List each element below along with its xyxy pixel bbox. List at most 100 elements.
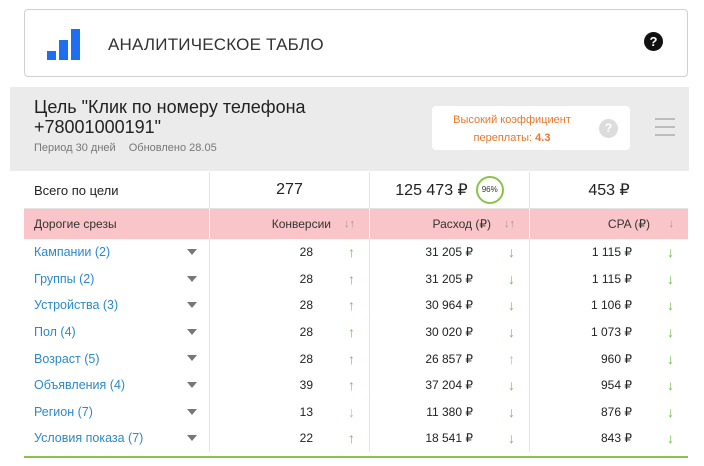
arrow-down-icon: ↓	[667, 244, 674, 261]
chevron-down-icon[interactable]	[187, 249, 197, 255]
conversions-cell: 28 ↑	[209, 265, 369, 293]
conversions-cell-value: 13	[299, 404, 313, 419]
chevron-down-icon[interactable]	[187, 275, 197, 282]
arrow-down-icon: ↓	[508, 403, 515, 420]
totals-conversions: 277	[209, 172, 369, 208]
spend-cell: 30 964 ₽ ↓	[369, 292, 529, 319]
slice-link[interactable]: Объявления (4)	[24, 372, 209, 399]
conversions-cell: 22 ↑	[209, 425, 369, 452]
arrow-up-icon: ↑	[348, 377, 355, 394]
cpa-cell-value: 1 115 ₽	[591, 271, 632, 286]
arrow-up-icon: ↑	[508, 350, 515, 367]
sort-icon[interactable]: ↓↑	[504, 218, 515, 230]
arrow-up-icon: ↑	[348, 350, 355, 367]
totals-spend: 125 473 ₽ 96%	[369, 172, 529, 208]
slice-link[interactable]: Условия показа (7)	[24, 425, 209, 452]
table-row: Объявления (4) 39 ↑ 37 204 ₽ ↓ 954 ₽ ↓	[24, 371, 688, 399]
cpa-cell: 1 106 ₽ ↓	[529, 292, 688, 319]
totals-spend-value: 125 473 ₽	[395, 182, 468, 199]
spend-cell: 18 541 ₽ ↓	[369, 425, 529, 452]
table-row: Условия показа (7) 22 ↑ 18 541 ₽ ↓ 843 ₽…	[24, 425, 688, 452]
cpa-cell-value: 843 ₽	[601, 431, 632, 446]
totals-cpa: 453 ₽	[529, 172, 688, 208]
cpa-cell: 954 ₽ ↓	[529, 371, 688, 399]
slice-link[interactable]: Кампании (2)	[24, 239, 209, 266]
col-cpa[interactable]: CPA (₽) ↓	[529, 209, 688, 239]
totals-row: Всего по цели 277 125 473 ₽ 96% 453 ₽	[24, 172, 688, 209]
arrow-up-icon: ↑	[348, 270, 355, 287]
conversions-cell-value: 28	[299, 298, 313, 313]
overpay-help-icon[interactable]: ?	[599, 119, 618, 138]
spend-cell: 26 857 ₽ ↑	[369, 345, 529, 372]
spend-cell-value: 31 205 ₽	[425, 245, 473, 260]
spend-cell: 31 205 ₽ ↓	[369, 239, 529, 266]
chevron-down-icon[interactable]	[187, 328, 197, 335]
arrow-down-icon: ↓	[508, 244, 515, 261]
overpay-alert: Высокий коэффициент переплаты: 4.3 ?	[432, 106, 630, 150]
cpa-cell-value: 876 ₽	[601, 404, 632, 419]
conversions-cell-value: 39	[299, 378, 313, 393]
col-cpa-label: CPA (₽)	[607, 217, 650, 231]
slice-link[interactable]: Устройства (3)	[24, 292, 209, 319]
cpa-cell: 1 115 ₽ ↓	[529, 239, 688, 266]
chevron-down-icon[interactable]	[187, 381, 197, 388]
slice-label[interactable]: Группы (2)	[34, 272, 94, 286]
arrow-down-icon: ↓	[667, 377, 674, 394]
table-row: Группы (2) 28 ↑ 31 205 ₽ ↓ 1 115 ₽ ↓	[24, 265, 688, 293]
spend-cell: 30 020 ₽ ↓	[369, 318, 529, 346]
overpay-text: Высокий коэффициент переплаты: 4.3	[432, 111, 592, 147]
table-row: Регион (7) 13 ↓ 11 380 ₽ ↓ 876 ₽ ↓	[24, 398, 688, 426]
table-body: Кампании (2) 28 ↑ 31 205 ₽ ↓ 1 115 ₽ ↓ Г…	[24, 239, 688, 452]
table-row: Пол (4) 28 ↑ 30 020 ₽ ↓ 1 073 ₽ ↓	[24, 318, 688, 346]
conversions-cell: 39 ↑	[209, 371, 369, 399]
col-conversions[interactable]: Конверсии ↓↑	[209, 209, 369, 239]
cpa-cell: 1 115 ₽ ↓	[529, 265, 688, 293]
conversions-cell-value: 28	[299, 271, 313, 286]
arrow-down-icon: ↓	[508, 270, 515, 287]
help-icon[interactable]: ?	[644, 32, 663, 51]
conversions-cell-value: 22	[299, 431, 313, 446]
spend-cell-value: 30 964 ₽	[425, 298, 473, 313]
overpay-label: Высокий коэффициент переплаты:	[453, 114, 571, 144]
arrow-down-icon: ↓	[667, 430, 674, 447]
slice-label[interactable]: Условия показа (7)	[34, 431, 143, 445]
arrow-down-icon: ↓	[508, 430, 515, 447]
app-title: АНАЛИТИЧЕСКОЕ ТАБЛО	[108, 35, 324, 54]
cpa-cell: 960 ₽ ↓	[529, 345, 688, 372]
chevron-down-icon[interactable]	[187, 435, 197, 442]
goal-updated: Обновлено 28.05	[128, 142, 217, 154]
cpa-cell-value: 1 073 ₽	[591, 325, 632, 340]
col-spend[interactable]: Расход (₽) ↓↑	[369, 209, 529, 239]
sort-icon[interactable]: ↓↑	[344, 218, 355, 230]
sort-down-icon[interactable]: ↓	[669, 218, 675, 230]
goal-period: Период 30 дней	[34, 142, 116, 154]
slice-label[interactable]: Объявления (4)	[34, 378, 125, 392]
cpa-cell: 1 073 ₽ ↓	[529, 318, 688, 346]
arrow-down-icon: ↓	[508, 377, 515, 394]
slice-link[interactable]: Пол (4)	[24, 319, 209, 346]
arrow-up-icon: ↑	[348, 324, 355, 341]
chevron-down-icon[interactable]	[187, 408, 197, 415]
hamburger-menu-icon[interactable]	[655, 118, 675, 142]
arrow-down-icon: ↓	[667, 324, 674, 341]
slice-label[interactable]: Регион (7)	[34, 405, 93, 419]
arrow-down-icon: ↓	[667, 403, 674, 420]
slice-label[interactable]: Пол (4)	[34, 325, 76, 339]
arrow-down-icon: ↓	[348, 403, 355, 420]
table-row: Возраст (5) 28 ↑ 26 857 ₽ ↑ 960 ₽ ↓	[24, 345, 688, 372]
conversions-cell: 28 ↑	[209, 345, 369, 372]
slice-label[interactable]: Возраст (5)	[34, 352, 100, 366]
chevron-down-icon[interactable]	[187, 302, 197, 309]
slice-link[interactable]: Регион (7)	[24, 399, 209, 426]
overpay-value: 4.3	[535, 132, 551, 144]
arrow-up-icon: ↑	[348, 430, 355, 447]
cpa-cell-value: 1 115 ₽	[591, 245, 632, 260]
totals-label: Всего по цели	[34, 182, 119, 198]
chevron-down-icon[interactable]	[187, 355, 197, 362]
arrow-down-icon: ↓	[667, 270, 674, 287]
conversions-cell: 13 ↓	[209, 398, 369, 426]
slice-label[interactable]: Кампании (2)	[34, 245, 110, 259]
slice-label[interactable]: Устройства (3)	[34, 298, 118, 312]
slice-link[interactable]: Группы (2)	[24, 266, 209, 293]
slice-link[interactable]: Возраст (5)	[24, 345, 209, 372]
